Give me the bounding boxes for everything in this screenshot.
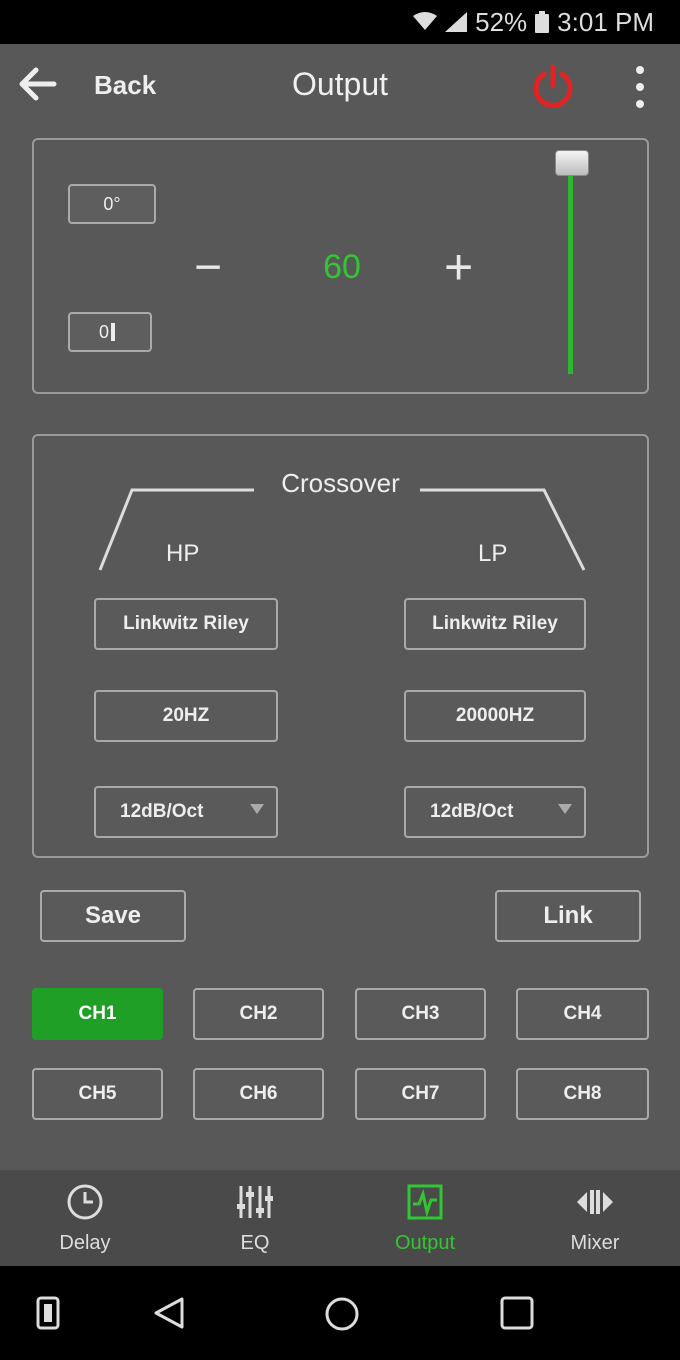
system-nav-bar xyxy=(0,1266,680,1360)
tab-mixer[interactable]: Mixer xyxy=(510,1170,680,1266)
power-icon[interactable] xyxy=(530,64,576,110)
recent-apps-alt-icon[interactable] xyxy=(34,1296,62,1330)
app-screen: Back Output 0° 0 − 60 + Crossover HP LP xyxy=(0,44,680,1170)
tab-label: Mixer xyxy=(570,1232,620,1254)
battery-percent: 52% xyxy=(475,6,528,37)
channel-button-ch7[interactable]: CH7 xyxy=(355,1068,486,1120)
wifi-icon xyxy=(413,12,438,30)
signal-icon xyxy=(445,12,468,32)
crossover-title: Crossover xyxy=(281,468,400,498)
speaker-icon xyxy=(111,323,115,341)
phase-button[interactable]: 0° xyxy=(68,184,156,224)
page-title: Output xyxy=(291,66,389,102)
more-vert-icon[interactable] xyxy=(628,62,652,112)
tab-delay[interactable]: Delay xyxy=(0,1170,170,1266)
hp-frequency-field[interactable]: 20HZ xyxy=(94,690,278,742)
tab-label: EQ xyxy=(240,1232,270,1254)
lp-frequency-field[interactable]: 20000HZ xyxy=(404,690,586,742)
nav-overview-icon[interactable] xyxy=(500,1296,534,1330)
gain-panel: 0° 0 − 60 + xyxy=(32,138,649,394)
mixer-icon xyxy=(577,1190,613,1214)
volume-decrease-button[interactable]: − xyxy=(194,240,222,295)
volume-value: 60 xyxy=(323,248,361,286)
volume-slider-track[interactable] xyxy=(568,160,573,374)
lp-label: LP xyxy=(478,540,508,567)
dropdown-caret-icon xyxy=(558,804,572,814)
save-button[interactable]: Save xyxy=(40,890,186,942)
dropdown-caret-icon xyxy=(250,804,264,814)
lp-slope-select[interactable]: 12dB/Oct xyxy=(404,786,586,838)
nav-home-icon[interactable] xyxy=(324,1296,360,1332)
hp-slope-value: 12dB/Oct xyxy=(120,801,204,822)
channel-button-ch4[interactable]: CH4 xyxy=(516,988,649,1040)
bottom-tab-bar: Delay EQ Output Mixer xyxy=(0,1170,680,1266)
clock-icon xyxy=(67,1184,103,1220)
hp-label: HP xyxy=(166,540,200,567)
channel-button-ch3[interactable]: CH3 xyxy=(355,988,486,1040)
tab-eq[interactable]: EQ xyxy=(170,1170,340,1266)
lp-slope-value: 12dB/Oct xyxy=(430,801,514,822)
channel-button-ch8[interactable]: CH8 xyxy=(516,1068,649,1120)
hp-filter-type[interactable]: Linkwitz Riley xyxy=(94,598,278,650)
mute-value: 0 xyxy=(98,321,109,342)
channel-button-ch5[interactable]: CH5 xyxy=(32,1068,163,1120)
clock-time: 3:01 PM xyxy=(557,6,654,37)
volume-slider-thumb[interactable] xyxy=(555,150,589,177)
channel-button-ch1[interactable]: CH1 xyxy=(32,988,163,1040)
output-icon xyxy=(407,1184,443,1220)
channel-button-ch6[interactable]: CH6 xyxy=(193,1068,324,1120)
lp-filter-type[interactable]: Linkwitz Riley xyxy=(404,598,586,650)
channel-button-ch2[interactable]: CH2 xyxy=(193,988,324,1040)
status-bar: 52% 3:01 PM xyxy=(0,0,680,44)
link-button[interactable]: Link xyxy=(495,890,641,942)
tab-label: Output xyxy=(394,1232,456,1254)
battery-icon xyxy=(535,11,550,33)
nav-back-icon[interactable] xyxy=(152,1296,186,1330)
hp-slope-select[interactable]: 12dB/Oct xyxy=(94,786,278,838)
tab-output[interactable]: Output xyxy=(340,1170,510,1266)
app-header: Back Output xyxy=(0,44,680,128)
crossover-panel: Crossover HP LP Linkwitz Riley Linkwitz … xyxy=(32,434,649,858)
volume-increase-button[interactable]: + xyxy=(444,238,473,296)
mute-button[interactable]: 0 xyxy=(68,312,152,352)
tab-label: Delay xyxy=(59,1232,111,1254)
equalizer-icon xyxy=(237,1186,273,1218)
